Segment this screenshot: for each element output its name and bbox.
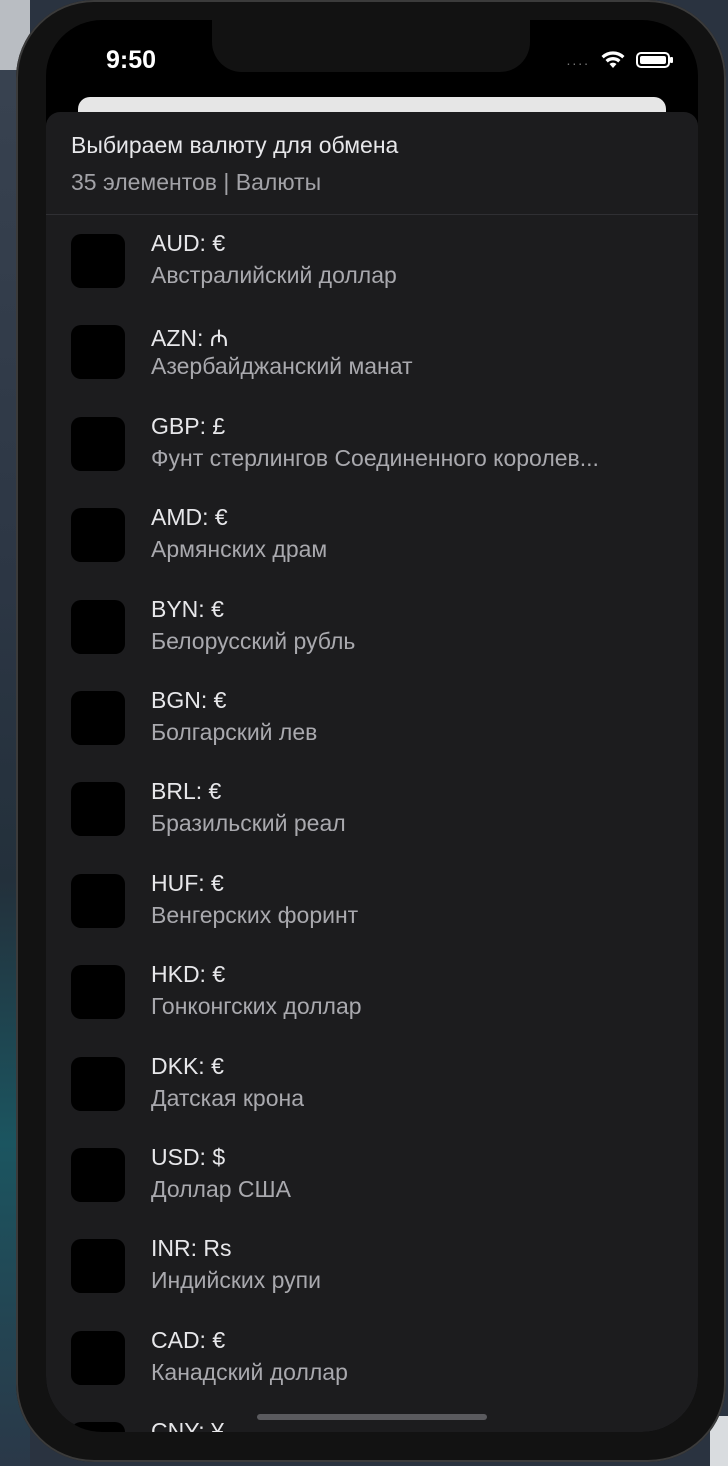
currency-flag-icon: [71, 508, 125, 563]
currency-row[interactable]: BRL: € Бразильский реал: [46, 764, 698, 855]
currency-flag-icon: [71, 873, 125, 928]
currency-name: Бразильский реал: [151, 810, 346, 837]
currency-row[interactable]: GBP: £ Фунт стерлингов Соединенного корол…: [46, 399, 698, 490]
currency-flag-icon: [71, 965, 125, 1020]
currency-name: Доллар США: [151, 1175, 291, 1202]
currency-code: AUD: €: [151, 230, 226, 256]
currency-code: AZN: ₼: [151, 325, 229, 352]
currency-name: Датская крона: [151, 1084, 304, 1111]
currency-code: CNY: ¥: [151, 1418, 224, 1432]
currency-code: DKK: €: [151, 1052, 224, 1079]
currency-flag-icon: [71, 1330, 125, 1385]
phone-frame: 9:50 .... Выбираем валюту для обмена 35 …: [16, 0, 726, 1462]
currency-row[interactable]: BGN: € Болгарский лев: [46, 673, 698, 764]
sheet-subtitle: 35 элементов | Валюты: [71, 169, 322, 195]
currency-row[interactable]: AZN: ₼ Азербайджанский манат: [46, 307, 698, 398]
currency-name: Гонконгских доллар: [151, 993, 362, 1020]
currency-flag-icon: [71, 782, 125, 837]
cellular-signal-icon: ....: [566, 52, 590, 68]
currency-code: CAD: €: [151, 1326, 226, 1353]
currency-row[interactable]: BYN: € Белорусский рубль: [46, 582, 698, 673]
currency-row[interactable]: USD: $ Доллар США: [46, 1130, 698, 1221]
currency-flag-icon: [71, 1422, 125, 1432]
currency-flag-icon: [71, 599, 125, 654]
currency-name: Азербайджанский манат: [151, 353, 413, 380]
currency-name: Венгерских форинт: [151, 901, 359, 928]
currency-code: AMD: €: [151, 504, 228, 531]
currency-code: INR: Rs: [151, 1235, 232, 1262]
currency-code: HUF: €: [151, 869, 224, 896]
status-time: 9:50: [106, 46, 157, 74]
currency-flag-icon: [71, 690, 125, 745]
currency-row[interactable]: AUD: € Австралийский доллар: [46, 216, 698, 307]
currency-flag-icon: [71, 1056, 125, 1111]
wifi-icon: [601, 51, 625, 68]
currency-code: HKD: €: [151, 961, 226, 988]
currency-row[interactable]: HKD: € Гонконгских доллар: [46, 947, 698, 1038]
currency-flag-icon: [71, 416, 125, 471]
currency-flag-icon: [71, 1147, 125, 1202]
currency-row[interactable]: DKK: € Датская крона: [46, 1039, 698, 1130]
notch: [212, 20, 530, 72]
currency-code: BRL: €: [151, 778, 222, 805]
battery-icon: [636, 52, 673, 68]
currency-name: Австралийский доллар: [151, 262, 397, 288]
currency-picker-sheet: Выбираем валюту для обмена 35 элементов …: [46, 112, 698, 1432]
currency-code: BGN: €: [151, 686, 227, 713]
currency-flag-icon: [71, 234, 125, 288]
sheet-title: Выбираем валюту для обмена: [71, 132, 399, 158]
currency-name: Канадский доллар: [151, 1358, 348, 1385]
currency-code: BYN: €: [151, 595, 224, 622]
currency-row[interactable]: INR: Rs Индийских рупи: [46, 1221, 698, 1312]
currency-code: GBP: £: [151, 412, 226, 439]
phone-screen: 9:50 .... Выбираем валюту для обмена 35 …: [46, 20, 698, 1432]
currency-row[interactable]: AMD: € Армянских драм: [46, 490, 698, 581]
currency-flag-icon: [71, 325, 125, 380]
currency-flag-icon: [71, 1239, 125, 1294]
currency-row[interactable]: CAD: € Канадский доллар: [46, 1313, 698, 1404]
home-indicator[interactable]: [257, 1414, 487, 1420]
currency-row[interactable]: HUF: € Венгерских форинт: [46, 856, 698, 947]
sheet-header: Выбираем валюту для обмена 35 элементов …: [46, 112, 698, 215]
currency-name: Фунт стерлингов Соединенного королев...: [151, 444, 599, 471]
currency-name: Армянских драм: [151, 536, 328, 563]
currency-name: Белорусский рубль: [151, 627, 356, 654]
currency-name: Индийских рупи: [151, 1267, 321, 1294]
status-indicators: ....: [566, 50, 673, 70]
currency-name: Болгарский лев: [151, 718, 318, 745]
currency-code: USD: $: [151, 1143, 226, 1170]
currency-list[interactable]: AUD: € Австралийский доллар AZN: ₼ Азербайд…: [46, 216, 698, 1432]
